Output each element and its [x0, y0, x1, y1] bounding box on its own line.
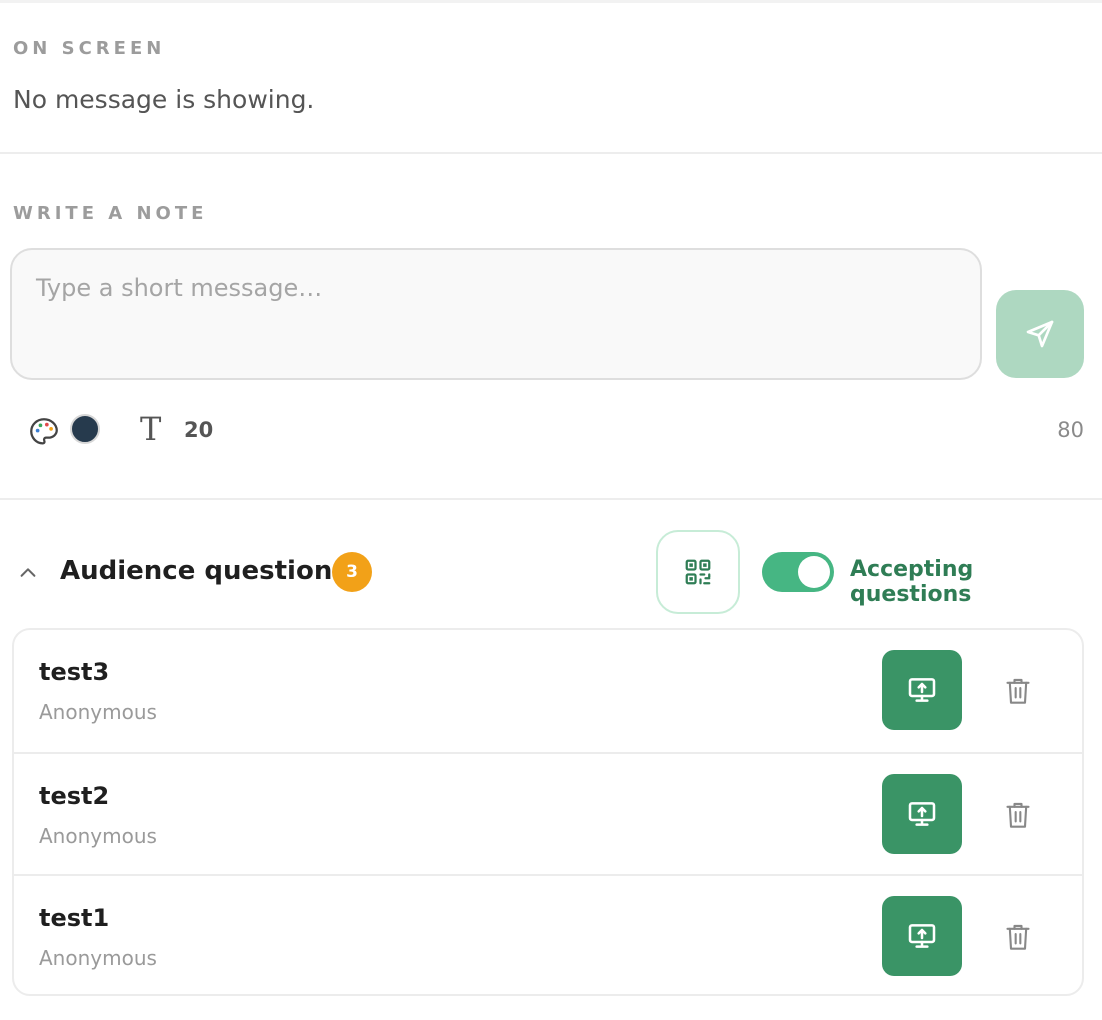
font-size-value: 20 [184, 418, 214, 442]
show-on-screen-button[interactable] [882, 896, 962, 976]
delete-question-button[interactable] [1002, 674, 1034, 708]
present-to-screen-icon [908, 802, 936, 826]
note-message-input[interactable] [10, 248, 982, 380]
section-divider [0, 498, 1102, 500]
text-color-swatch[interactable] [70, 414, 100, 444]
question-item: test1 Anonymous [14, 874, 1082, 994]
question-count-badge: 3 [332, 552, 372, 592]
present-to-screen-icon [908, 924, 936, 948]
question-item: test2 Anonymous [14, 752, 1082, 874]
delete-question-button[interactable] [1002, 920, 1034, 954]
trash-icon [1006, 678, 1030, 704]
palette-icon[interactable] [27, 415, 61, 453]
show-on-screen-button[interactable] [882, 774, 962, 854]
qr-code-button[interactable] [656, 530, 740, 614]
toggle-knob [798, 556, 830, 588]
text-size-icon[interactable]: T [140, 412, 161, 446]
trash-icon [1006, 924, 1030, 950]
send-note-button[interactable] [996, 290, 1084, 378]
chevron-up-icon[interactable] [17, 562, 39, 588]
question-item: test3 Anonymous [14, 630, 1082, 752]
question-text: test3 [39, 658, 110, 686]
present-to-screen-icon [908, 678, 936, 702]
questions-list: test3 Anonymous test2 Anonymous test1 An… [12, 628, 1084, 996]
delete-question-button[interactable] [1002, 798, 1034, 832]
write-note-label: WRITE A NOTE [13, 203, 208, 224]
question-author: Anonymous [39, 824, 157, 848]
show-on-screen-button[interactable] [882, 650, 962, 730]
accepting-questions-toggle[interactable] [762, 552, 834, 592]
on-screen-label: ON SCREEN [13, 38, 166, 59]
question-author: Anonymous [39, 700, 157, 724]
send-icon [1026, 320, 1054, 348]
character-limit: 80 [1057, 418, 1084, 442]
trash-icon [1006, 802, 1030, 828]
question-text: test1 [39, 904, 110, 932]
question-author: Anonymous [39, 946, 157, 970]
section-divider [0, 152, 1102, 154]
on-screen-status: No message is showing. [13, 85, 315, 114]
qr-code-icon [685, 559, 711, 585]
accepting-questions-label: Accepting questions [850, 557, 974, 607]
audience-questions-title: Audience questions [60, 556, 348, 586]
top-divider [0, 0, 1102, 3]
question-text: test2 [39, 782, 110, 810]
